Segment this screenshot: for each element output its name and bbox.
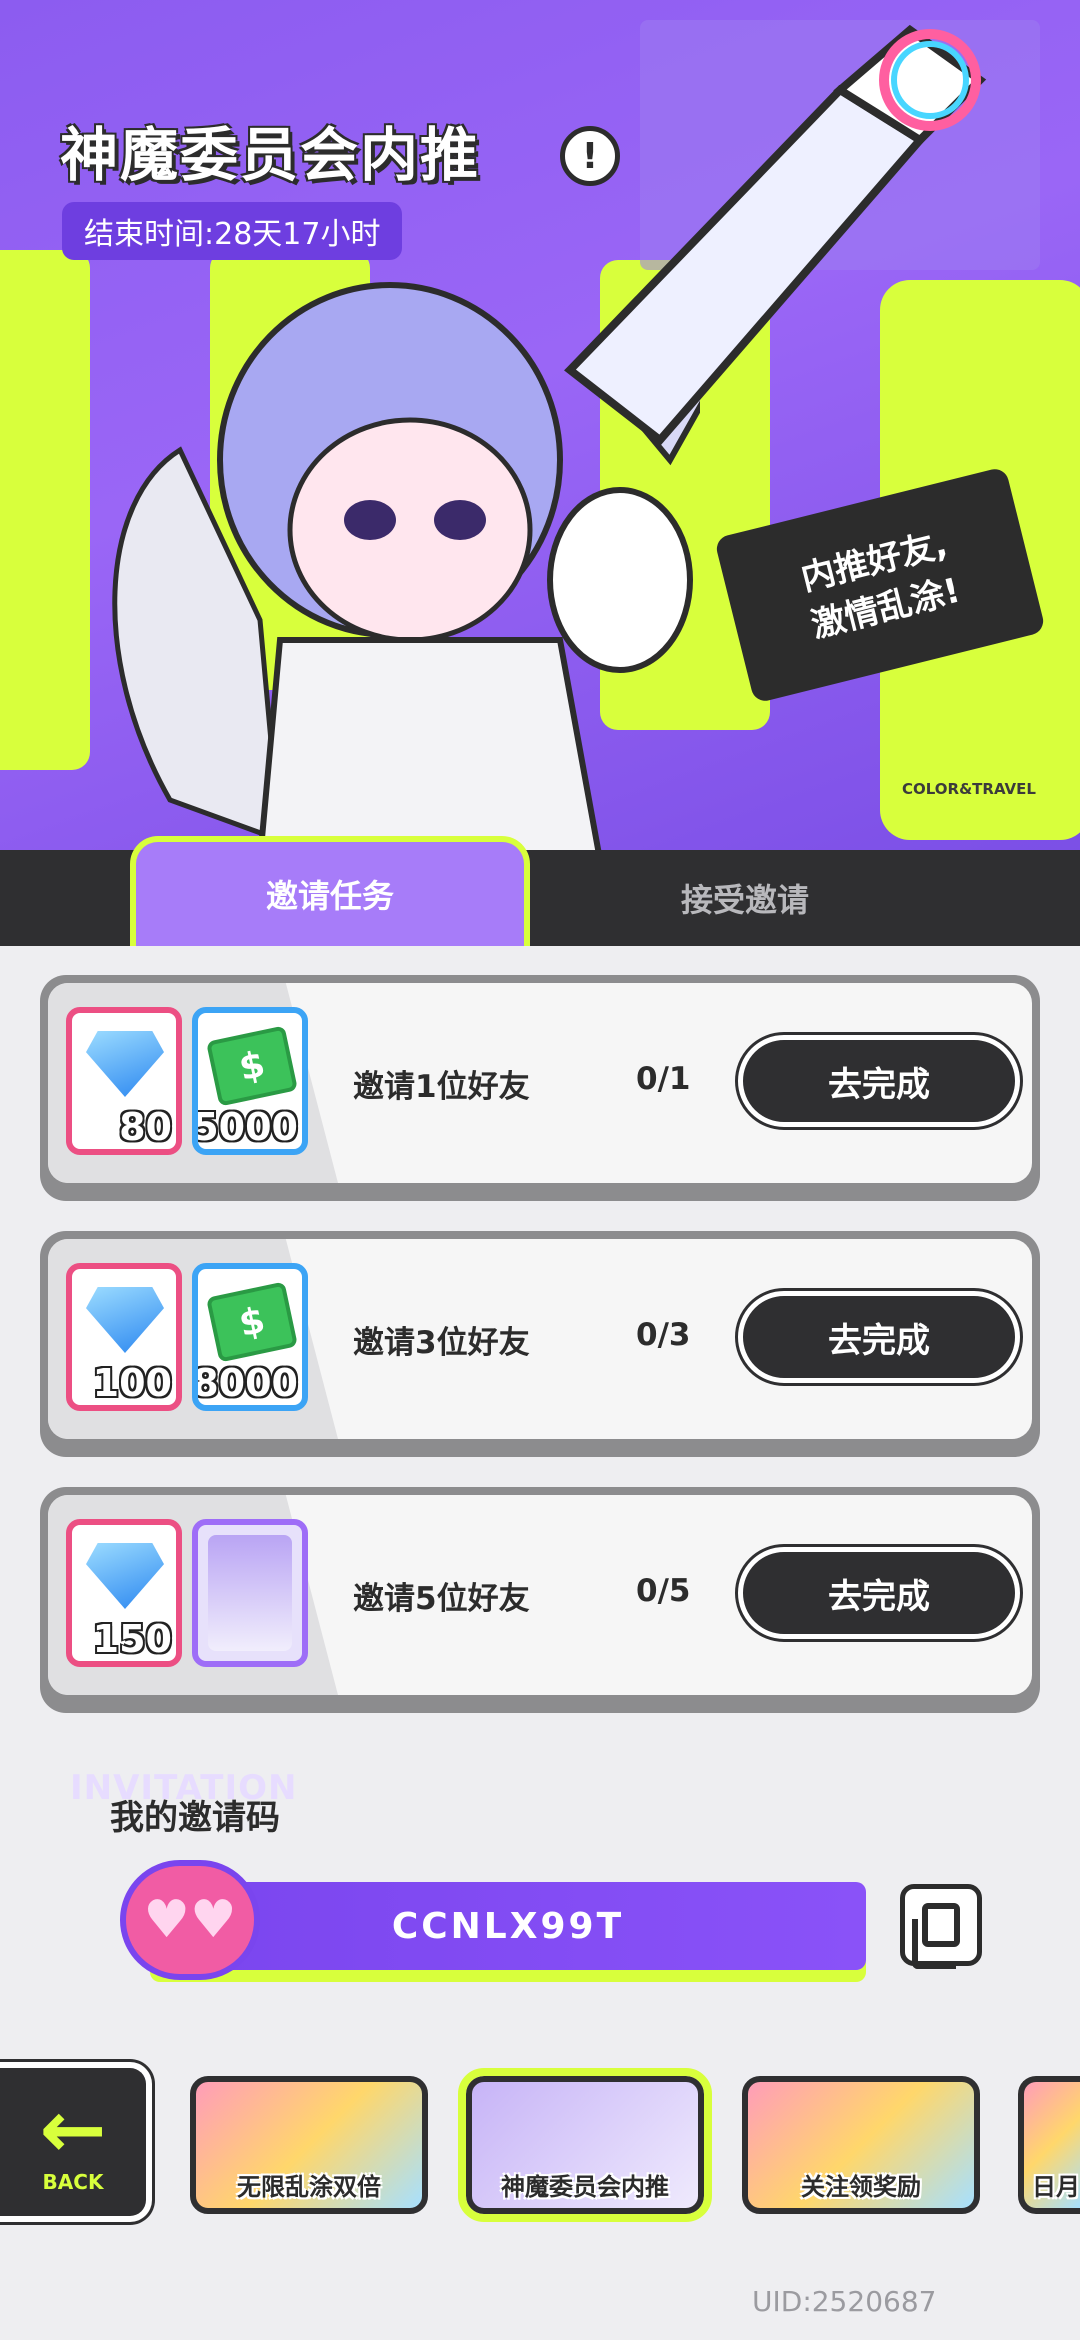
reward-cash: $ 8000 bbox=[192, 1263, 308, 1411]
task-progress: 0/5 bbox=[636, 1573, 691, 1609]
task-progress: 0/3 bbox=[636, 1317, 691, 1353]
reward-gem: 100 bbox=[66, 1263, 182, 1411]
gun-illustration bbox=[564, 24, 987, 446]
info-button[interactable]: ! bbox=[560, 126, 620, 186]
go-complete-button[interactable]: 去完成 bbox=[735, 1544, 1023, 1642]
copy-code-button[interactable] bbox=[900, 1884, 982, 1969]
reward-qty: 150 bbox=[92, 1617, 172, 1661]
task-label: 邀请5位好友 bbox=[353, 1581, 530, 1617]
back-label: BACK bbox=[42, 2170, 104, 2194]
task-label: 邀请3位好友 bbox=[353, 1325, 530, 1361]
event-card-label: 日月 bbox=[1032, 2173, 1080, 2201]
cash-icon: $ bbox=[206, 1025, 298, 1107]
go-complete-button[interactable]: 去完成 bbox=[735, 1032, 1023, 1130]
reward-cash: $ 5000 bbox=[192, 1007, 308, 1155]
cash-icon: $ bbox=[206, 1281, 298, 1363]
end-time-badge: 结束时间:28天17小时 bbox=[62, 202, 403, 260]
task-label: 邀请1位好友 bbox=[353, 1069, 530, 1105]
heart-icon: ♥♥ bbox=[143, 1890, 237, 1950]
event-card-follow-reward[interactable]: 关注领奖励 bbox=[742, 2076, 980, 2214]
task-row: 150 邀请5位好友 0/5 去完成 bbox=[40, 1487, 1040, 1713]
event-card-label: 关注领奖励 bbox=[801, 2173, 921, 2201]
reward-qty: 8000 bbox=[192, 1361, 298, 1405]
event-card-label: 神魔委员会内推 bbox=[501, 2173, 669, 2201]
reward-qty: 5000 bbox=[192, 1105, 298, 1149]
event-card-label: 无限乱涂双倍 bbox=[237, 2173, 381, 2201]
task-row: 80 $ 5000 邀请1位好友 0/1 去完成 bbox=[40, 975, 1040, 1201]
task-row: 100 $ 8000 邀请3位好友 0/3 去完成 bbox=[40, 1231, 1040, 1457]
event-card-double-doodle[interactable]: 无限乱涂双倍 bbox=[190, 2076, 428, 2214]
exclamation-icon: ! bbox=[581, 135, 599, 177]
task-card: 100 $ 8000 邀请3位好友 0/3 去完成 bbox=[48, 1239, 1032, 1439]
task-progress: 0/1 bbox=[636, 1061, 691, 1097]
gem-icon bbox=[86, 1031, 164, 1097]
gem-icon bbox=[86, 1287, 164, 1353]
gem-icon bbox=[86, 1543, 164, 1609]
task-card: 150 邀请5位好友 0/5 去完成 bbox=[48, 1495, 1032, 1695]
reward-gem: 80 bbox=[66, 1007, 182, 1155]
tab-bar: 邀请任务 接受邀请 bbox=[0, 836, 1080, 946]
reward-portrait bbox=[192, 1519, 308, 1667]
hero-banner: 神魔委员会内推 ! 结束时间:28天17小时 内推好友, 激情乱涂! COLOR… bbox=[0, 0, 1080, 860]
event-card-referral[interactable]: 神魔委员会内推 bbox=[458, 2068, 712, 2222]
tab-invite-tasks[interactable]: 邀请任务 bbox=[130, 836, 530, 946]
task-card: 80 $ 5000 邀请1位好友 0/1 去完成 bbox=[48, 983, 1032, 1183]
tab-accept-invite[interactable]: 接受邀请 bbox=[560, 850, 930, 946]
reward-qty: 80 bbox=[119, 1105, 172, 1149]
brand-logo: COLOR&TRAVEL bbox=[902, 780, 1036, 798]
invite-code-title: 我的邀请码 bbox=[110, 1798, 280, 1838]
go-complete-button[interactable]: 去完成 bbox=[735, 1288, 1023, 1386]
back-button[interactable]: ← BACK bbox=[0, 2062, 152, 2222]
copy-icon bbox=[912, 1903, 960, 1969]
hearts-badge: ♥♥ bbox=[120, 1860, 260, 1980]
task-list: 80 $ 5000 邀请1位好友 0/1 去完成 100 $ 8000 邀请3位… bbox=[40, 975, 1040, 1743]
bottom-event-nav: ← BACK 无限乱涂双倍 神魔委员会内推 关注领奖励 日月 bbox=[0, 2062, 1080, 2242]
user-id: UID:2520687 bbox=[752, 2285, 937, 2318]
portrait-card-icon bbox=[208, 1535, 292, 1651]
page-title: 神魔委员会内推 bbox=[60, 121, 481, 189]
arrow-left-icon: ← bbox=[39, 2083, 107, 2176]
reward-gem: 150 bbox=[66, 1519, 182, 1667]
event-card-sun-moon[interactable]: 日月 bbox=[1018, 2076, 1080, 2214]
reward-qty: 100 bbox=[92, 1361, 172, 1405]
